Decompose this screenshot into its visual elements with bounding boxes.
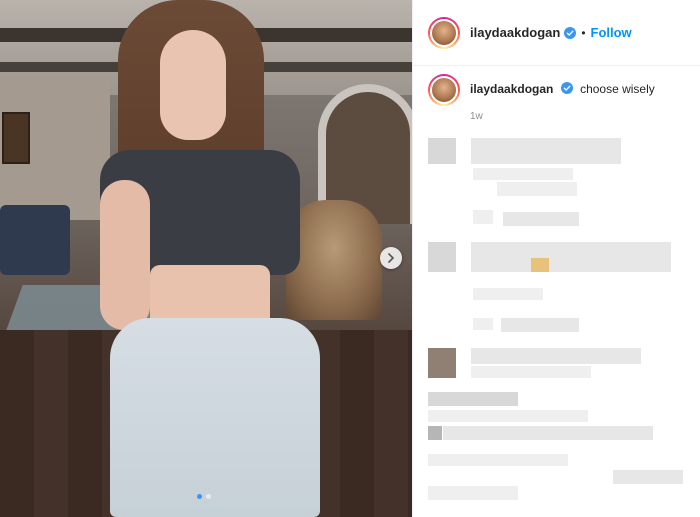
verified-badge-icon	[564, 26, 577, 39]
photo-sofa	[0, 205, 70, 275]
photo-painting	[2, 112, 30, 164]
photo-chair	[286, 200, 382, 320]
comment-text-blurred	[471, 242, 671, 272]
comment-meta-blurred	[497, 182, 577, 196]
photo-person-pants	[110, 318, 320, 517]
carousel-dot-active	[197, 494, 202, 499]
comment-meta-blurred	[473, 288, 543, 300]
caption-story-ring[interactable]	[428, 74, 460, 106]
comment-text-blurred	[428, 486, 518, 500]
photo-person-arm	[100, 180, 150, 330]
comment-emoji-blurred	[531, 258, 549, 272]
post-photo[interactable]	[0, 0, 412, 517]
caption-row: ilaydaakdogan choose wisely	[413, 74, 700, 106]
carousel-dot	[206, 494, 211, 499]
comment-text-blurred	[428, 454, 568, 466]
username-link[interactable]: ilaydaakdogan	[470, 25, 560, 40]
comment-text-blurred	[471, 348, 641, 364]
separator-bullet: •	[581, 25, 586, 40]
avatar[interactable]	[430, 18, 458, 47]
caption-text: ilaydaakdogan choose wisely	[470, 82, 655, 96]
post-side-panel: ilaydaakdogan • Follow ilaydaakdogan cho…	[412, 0, 700, 517]
caption-avatar[interactable]	[430, 76, 458, 104]
comment-text-blurred	[428, 410, 588, 422]
caption-username-link[interactable]: ilaydaakdogan	[470, 82, 553, 96]
comments-list-pixelated	[413, 130, 700, 517]
comment-avatar-blurred	[428, 138, 456, 164]
chevron-right-icon	[388, 253, 394, 263]
story-ring[interactable]	[428, 16, 460, 49]
comment-text-blurred	[613, 470, 683, 484]
comment-meta-blurred	[501, 318, 579, 332]
carousel-next-button[interactable]	[380, 247, 402, 269]
comment-avatar-blurred	[428, 426, 442, 440]
comment-avatar-blurred	[428, 348, 456, 378]
comment-meta-blurred	[473, 210, 493, 224]
photo-person-face	[160, 30, 226, 140]
comment-text-blurred	[471, 366, 591, 378]
verified-badge-icon	[560, 82, 573, 94]
comment-text-blurred	[471, 138, 621, 164]
follow-button[interactable]: Follow	[591, 25, 632, 40]
carousel-dots	[197, 494, 211, 499]
comment-text-blurred	[473, 168, 573, 180]
comment-text-blurred	[428, 392, 518, 406]
post-timestamp[interactable]: 1w	[470, 111, 483, 122]
caption-message: choose wisely	[580, 82, 655, 96]
comment-meta-blurred	[503, 212, 579, 226]
comment-meta-blurred	[473, 318, 493, 330]
post-header: ilaydaakdogan • Follow	[413, 0, 700, 66]
comment-text-blurred	[443, 426, 653, 440]
comment-avatar-blurred	[428, 242, 456, 272]
